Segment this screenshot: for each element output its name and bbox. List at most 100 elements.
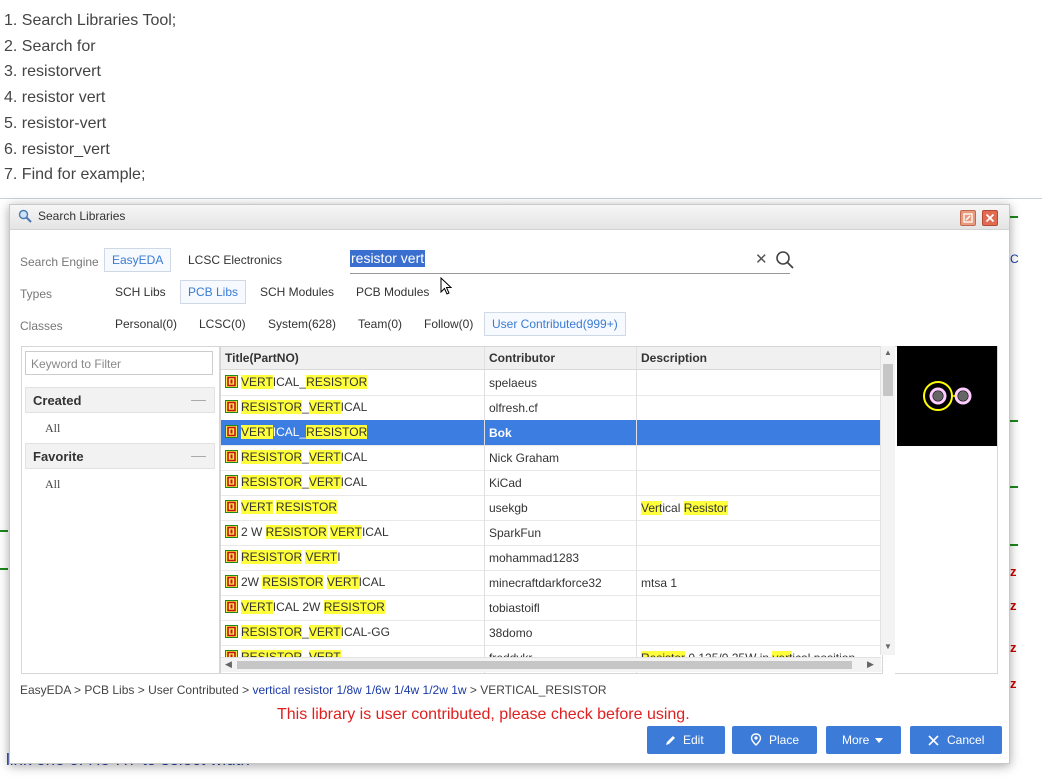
resistor-footprint-icon [225, 600, 238, 613]
column-divider [636, 347, 637, 673]
text-segment: ICAL [340, 400, 368, 414]
table-row[interactable]: RESISTOR_VERTICAL Nick Graham [221, 445, 882, 471]
scroll-down-icon[interactable]: ▼ [884, 642, 892, 651]
type-pcb-modules[interactable]: PCB Modules [348, 280, 437, 304]
cell-title: RESISTOR_VERTICAL [225, 475, 367, 489]
table-row[interactable]: VERT RESISTOR usekgb Vertical Resistor [221, 495, 882, 521]
edit-button[interactable]: Edit [647, 726, 725, 754]
canvas-mark [0, 530, 8, 532]
canvas-mark [1010, 544, 1018, 546]
scroll-up-icon[interactable]: ▲ [884, 348, 892, 357]
cell-title: RESISTOR_VERTICAL [225, 450, 367, 464]
scroll-right-icon[interactable]: ▶ [867, 659, 874, 670]
class-user-contributed[interactable]: User Contributed(999+) [484, 312, 626, 336]
text-segment: 2 W [241, 525, 266, 539]
tree-section-created[interactable]: Created [25, 387, 215, 413]
cell-contributor: spelaeus [489, 376, 538, 390]
class-team[interactable]: Team(0) [350, 312, 410, 336]
table-row[interactable]: RESISTOR_VERTICAL olfresh.cf [221, 395, 882, 421]
search-input[interactable]: resistor vert [350, 250, 426, 267]
cancel-button[interactable]: Cancel [910, 726, 1002, 754]
canvas-mark [1010, 486, 1018, 488]
search-engine-label: Search Engine [20, 255, 99, 269]
scroll-thumb[interactable] [237, 661, 852, 669]
match-highlight: RESISTOR [323, 600, 385, 614]
cell-title: VERT RESISTOR [225, 500, 338, 514]
cell-contributor: usekgb [489, 501, 528, 515]
classes-label: Classes [20, 319, 63, 333]
class-system[interactable]: System(628) [260, 312, 344, 336]
dialog-titlebar[interactable]: Search Libraries [10, 205, 1009, 230]
cell-title: RESISTOR VERTI [225, 550, 341, 564]
class-personal[interactable]: Personal(0) [107, 312, 185, 336]
keyword-filter-input[interactable]: Keyword to Filter [25, 351, 213, 375]
resistor-footprint-icon [225, 450, 238, 463]
match-highlight: RESISTOR [262, 575, 324, 589]
table-row[interactable]: 2 W RESISTOR VERTICAL SparkFun [221, 520, 882, 546]
class-lcsc[interactable]: LCSC(0) [191, 312, 254, 336]
table-row[interactable]: VERTICAL_RESISTOR spelaeus [221, 370, 882, 396]
cell-contributor: Nick Graham [489, 451, 560, 465]
canvas-marker: C [1010, 252, 1019, 266]
step-5: 5. resistor-vert [4, 114, 107, 132]
match-highlight: VERT [308, 450, 341, 464]
tree-item-created-all[interactable]: All [45, 421, 60, 436]
table-row[interactable]: 2W RESISTOR VERTICAL minecraftdarkforce32… [221, 570, 882, 596]
collapse-icon[interactable] [191, 400, 206, 401]
close-button[interactable] [982, 210, 998, 226]
text-segment: _ [302, 450, 309, 464]
tree-section-favorite[interactable]: Favorite [25, 443, 215, 469]
resistor-footprint-icon [225, 425, 238, 438]
match-highlight: RESISTOR [265, 525, 327, 539]
dialog-title: Search Libraries [38, 209, 126, 223]
tree-item-favorite-all[interactable]: All [45, 477, 60, 492]
cell-title: 2W RESISTOR VERTICAL [225, 575, 385, 589]
horizontal-scrollbar[interactable]: ◀ ▶ [221, 657, 881, 672]
type-sch-libs[interactable]: SCH Libs [107, 280, 174, 304]
close-icon [928, 735, 939, 746]
vertical-scrollbar[interactable]: ▲ ▼ [880, 346, 895, 655]
table-row[interactable]: VERTICAL 2W RESISTOR tobiastoifl [221, 595, 882, 621]
canvas-mark [0, 568, 8, 570]
breadcrumb: EasyEDA > PCB Libs > User Contributed > … [20, 683, 607, 697]
cell-contributor: Bok [489, 426, 512, 440]
type-sch-modules[interactable]: SCH Modules [252, 280, 342, 304]
clear-icon[interactable]: ✕ [755, 250, 768, 268]
cell-title: 2 W RESISTOR VERTICAL [225, 525, 389, 539]
search-icon[interactable] [775, 250, 795, 270]
text-segment: I [337, 550, 341, 564]
scroll-left-icon[interactable]: ◀ [225, 659, 232, 670]
match-highlight: VERT [241, 425, 273, 439]
collapse-icon[interactable] [191, 456, 206, 457]
match-highlight: RESISTOR [275, 500, 338, 514]
maximize-button[interactable] [960, 210, 976, 226]
more-button[interactable]: More [826, 726, 901, 754]
text-segment: ICAL [340, 475, 368, 489]
engine-lcsc[interactable]: LCSC Electronics [180, 248, 290, 272]
text-segment: ICAL_ [272, 425, 307, 439]
table-row[interactable]: RESISTOR_VERTICAL-GG 38domo [221, 620, 882, 646]
match-highlight: RESISTOR [241, 550, 303, 564]
step-6: 6. resistor_vert [4, 140, 110, 158]
table-row[interactable]: VERTICAL_RESISTOR Bok [221, 420, 882, 446]
place-button[interactable]: Place [732, 726, 817, 754]
column-description[interactable]: Description [641, 351, 707, 365]
search-field[interactable]: resistor vert ✕ [350, 249, 794, 274]
class-follow[interactable]: Follow(0) [416, 312, 481, 336]
step-1: 1. Search Libraries Tool; [4, 12, 177, 29]
library-tree-panel: Keyword to Filter Created All Favorite A… [21, 346, 220, 674]
text-segment: _ [302, 475, 309, 489]
resistor-footprint-icon [225, 500, 238, 513]
table-row[interactable]: RESISTOR VERTI mohammad1283 [221, 545, 882, 571]
column-title[interactable]: Title(PartNO) [225, 351, 299, 365]
resistor-footprint-icon [225, 400, 238, 413]
breadcrumb-link[interactable]: vertical resistor 1/8w 1/6w 1/4w 1/2w 1w [252, 683, 466, 697]
match-highlight: RESISTOR [306, 425, 368, 439]
scroll-thumb[interactable] [883, 364, 893, 396]
column-contributor[interactable]: Contributor [489, 351, 555, 365]
canvas-mark [1010, 420, 1018, 422]
type-pcb-libs[interactable]: PCB Libs [180, 280, 247, 304]
engine-easyeda[interactable]: EasyEDA [104, 248, 172, 272]
match-highlight: Resistor [683, 501, 728, 515]
table-row[interactable]: RESISTOR_VERTICAL KiCad [221, 470, 882, 496]
